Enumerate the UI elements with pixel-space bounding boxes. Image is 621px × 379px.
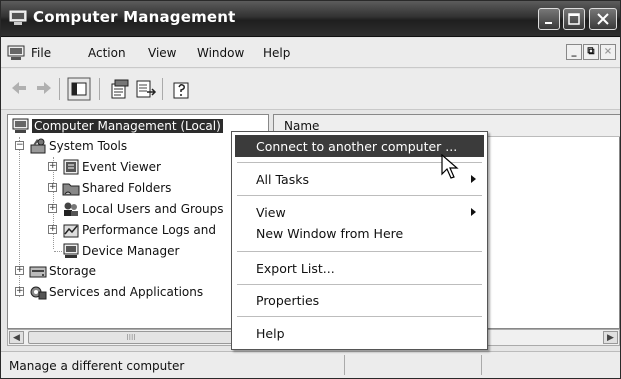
expand-button[interactable]: + [15,266,24,275]
minimize-button[interactable] [538,8,560,30]
tools-icon [30,138,46,154]
tree-item-label: Services and Applications [49,285,204,299]
toolbar-separator [59,78,60,100]
maximize-button[interactable] [563,8,585,30]
expand-button[interactable]: + [48,162,57,171]
menu-item-export-list[interactable]: Export List... [235,257,484,279]
tree-item-label: System Tools [49,139,128,153]
computer-management-icon [12,118,29,133]
tree-root-label: Computer Management (Local) [32,119,223,133]
tree-item-label: Local Users and Groups [82,202,224,216]
toolbar-separator [162,78,163,100]
mdi-close-button[interactable]: × [600,44,616,60]
menu-action[interactable]: Action [88,46,126,60]
menu-separator [237,316,482,317]
submenu-arrow-icon [471,208,476,216]
menu-item-label: New Window from Here [256,226,404,241]
status-bar: Manage a different computer [1,351,620,378]
window-title: Computer Management [33,8,236,26]
show-hide-tree-icon[interactable] [67,77,91,101]
title-bar[interactable]: Computer Management [1,1,620,37]
status-text: Manage a different computer [9,359,185,373]
scroll-left-button[interactable]: ◀ [9,331,24,344]
menu-separator [237,251,482,252]
expand-button[interactable]: + [48,204,57,213]
computer-management-icon [9,10,27,25]
mouse-pointer-icon [441,154,459,179]
menu-help[interactable]: Help [263,46,290,60]
menu-bar: File Action View Window Help _ ⧉ × [1,38,620,68]
expand-button[interactable]: + [48,225,57,234]
event-viewer-icon [63,159,79,175]
close-icon [597,13,609,25]
status-divider [481,355,482,375]
scroll-right-button[interactable]: ▶ [603,331,618,344]
scroll-thumb[interactable]: IIII [28,331,234,344]
tree-guide-line [54,251,62,252]
device-manager-icon [63,243,79,258]
computer-management-window: Computer Management File Action View Win… [0,0,621,379]
console-tree[interactable]: Computer Management (Local) − System Too… [7,114,269,329]
expand-button[interactable]: + [48,183,57,192]
shared-folders-icon [62,183,80,196]
menu-item-label: Properties [256,293,320,308]
menu-item-label: Export List... [256,261,335,276]
tree-item-label: Storage [49,264,96,278]
menu-item-new-window-from-here[interactable]: New Window from Here [235,222,484,244]
toolbar-separator [99,78,100,100]
menu-view[interactable]: View [148,46,176,60]
menu-item-label: Help [256,326,285,341]
tree-item-label: Performance Logs and [82,223,216,237]
performance-icon [63,224,79,238]
mdi-minimize-button[interactable]: _ [566,44,582,60]
toolbar [1,69,620,110]
menu-separator [237,195,482,196]
menu-item-label: Connect to another computer ... [256,139,458,154]
menu-item-help[interactable]: Help [235,322,484,344]
menu-item-label: All Tasks [256,172,309,187]
forward-arrow-icon[interactable] [34,78,54,98]
back-arrow-icon[interactable] [9,78,29,98]
maximize-icon [568,13,580,25]
storage-icon [29,266,47,278]
tree-item-label: Device Manager [82,244,180,258]
menu-file[interactable]: File [31,46,51,60]
submenu-arrow-icon [471,175,476,183]
properties-icon[interactable] [109,78,131,100]
menu-separator [237,284,482,285]
menu-item-view[interactable]: View [235,201,484,223]
minimize-icon [545,22,552,24]
help-icon[interactable] [171,78,193,100]
expand-button[interactable]: + [15,287,24,296]
menu-window[interactable]: Window [197,46,244,60]
mdi-restore-button[interactable]: ⧉ [583,44,599,60]
collapse-button[interactable]: − [15,141,24,150]
close-button[interactable] [589,8,617,30]
export-list-icon[interactable] [135,78,157,100]
menu-item-label: View [256,205,286,220]
tree-item-label: Shared Folders [82,181,172,195]
users-icon [64,202,78,216]
menu-item-properties[interactable]: Properties [235,289,484,311]
status-divider [344,355,345,375]
services-icon [30,286,47,300]
tree-item-label: Event Viewer [82,160,161,174]
system-menu-icon[interactable] [7,45,25,61]
